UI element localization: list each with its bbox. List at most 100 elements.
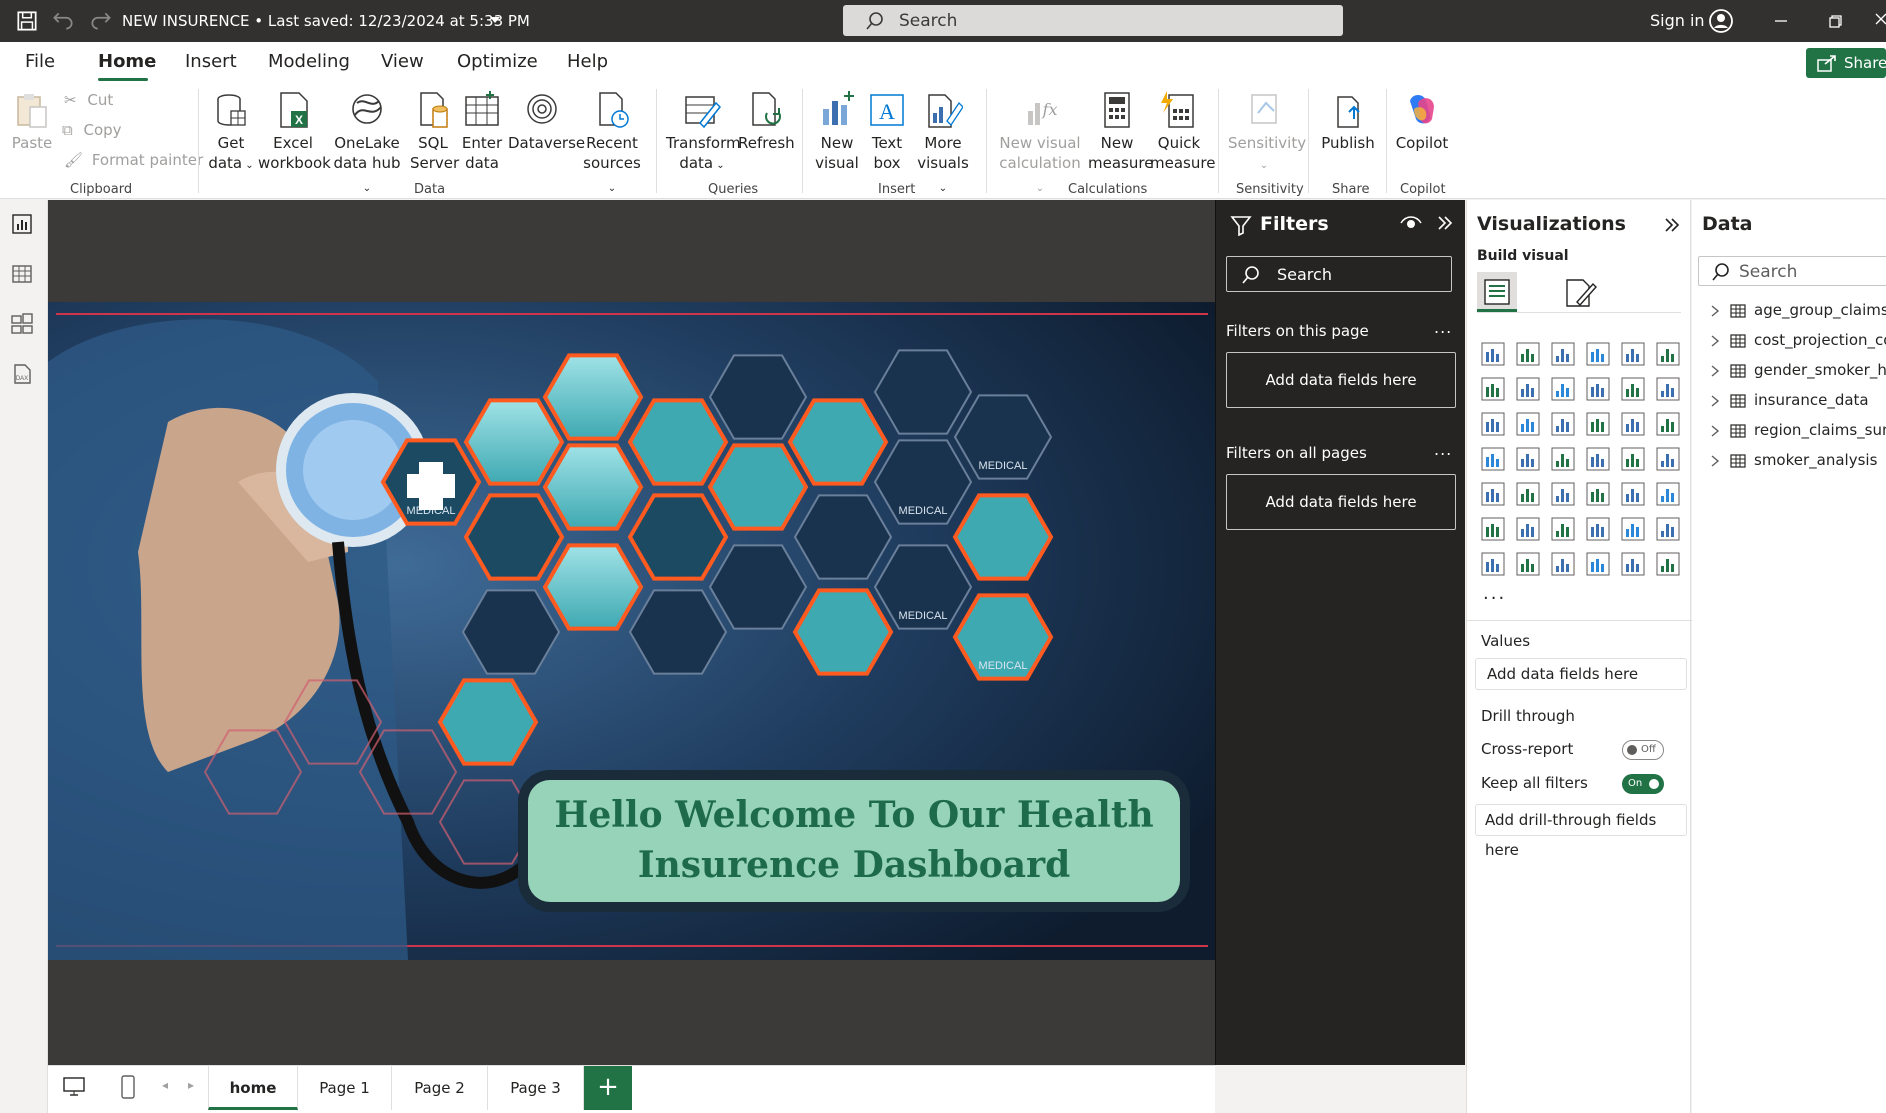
chevron-right-icon[interactable] — [1710, 455, 1720, 467]
enter-data-button[interactable]: Enter data — [460, 89, 504, 173]
dataverse-button[interactable]: Dataverse — [508, 89, 585, 153]
visual-type-icon[interactable] — [1514, 410, 1542, 438]
page-tab-home[interactable]: home — [208, 1066, 298, 1110]
build-visual-tab[interactable] — [1477, 272, 1517, 312]
recent-sources-button[interactable]: Recent sources ⌄ — [580, 89, 644, 199]
visual-type-icon[interactable] — [1619, 515, 1647, 543]
new-measure-button[interactable]: New measure — [1088, 89, 1153, 173]
minimize-icon[interactable] — [1768, 8, 1794, 34]
page-tab-page-3[interactable]: Page 3 — [488, 1066, 584, 1110]
visual-type-icon[interactable] — [1479, 480, 1507, 508]
table-item[interactable]: gender_smoker_health_summary — [1710, 360, 1886, 384]
undo-icon[interactable] — [50, 8, 76, 34]
tab-home[interactable]: Home — [98, 51, 156, 72]
visual-type-icon[interactable] — [1654, 515, 1682, 543]
visual-type-icon[interactable] — [1654, 480, 1682, 508]
chevron-right-icon[interactable] — [1710, 365, 1720, 377]
restore-icon[interactable] — [1822, 8, 1848, 34]
sql-server-button[interactable]: SQL Server — [410, 89, 459, 173]
drill-through-drop-well[interactable]: Add drill-through fields here — [1475, 804, 1687, 859]
visual-type-icon[interactable] — [1584, 340, 1612, 368]
excel-workbook-button[interactable]: X Excel workbook — [258, 89, 331, 173]
chevron-down-icon[interactable] — [490, 17, 500, 25]
tab-modeling[interactable]: Modeling — [268, 51, 350, 72]
visual-type-icon[interactable] — [1584, 375, 1612, 403]
table-item[interactable]: insurance_data — [1710, 390, 1886, 414]
filters-all-pages-drop-well[interactable]: Add data fields here — [1226, 474, 1456, 530]
visual-type-icon[interactable] — [1549, 480, 1577, 508]
visual-type-icon[interactable] — [1479, 410, 1507, 438]
scroll-left-icon[interactable]: ◂ — [162, 1078, 168, 1092]
close-icon[interactable] — [1870, 8, 1886, 34]
data-search-input[interactable]: Search — [1698, 256, 1886, 286]
visual-type-icon[interactable] — [1584, 550, 1612, 578]
visual-type-icon[interactable] — [1584, 515, 1612, 543]
more-options-icon[interactable]: ... — [1434, 318, 1452, 337]
report-page[interactable]: MEDICAL MEDICAL MEDICAL MEDICAL MEDICAL Hell… — [48, 302, 1215, 960]
cross-report-toggle[interactable]: Off — [1622, 740, 1664, 760]
more-visuals-ellipsis[interactable]: ... — [1483, 583, 1506, 604]
dax-query-view-icon[interactable]: DAX — [10, 362, 34, 386]
text-box-button[interactable]: A Text box — [864, 89, 910, 173]
table-view-icon[interactable] — [10, 262, 34, 286]
visual-type-icon[interactable] — [1514, 375, 1542, 403]
values-drop-well[interactable]: Add data fields here — [1475, 658, 1687, 690]
visual-type-icon[interactable] — [1619, 445, 1647, 473]
visual-type-icon[interactable] — [1619, 550, 1647, 578]
visual-type-icon[interactable] — [1514, 550, 1542, 578]
quick-measure-button[interactable]: Quick measure — [1150, 89, 1215, 173]
visual-type-icon[interactable] — [1549, 550, 1577, 578]
visual-type-icon[interactable] — [1654, 375, 1682, 403]
tab-optimize[interactable]: Optimize — [457, 51, 538, 72]
tab-insert[interactable]: Insert — [185, 51, 237, 72]
visual-type-icon[interactable] — [1479, 445, 1507, 473]
scroll-right-icon[interactable]: ▸ — [188, 1078, 194, 1092]
publish-button[interactable]: Publish — [1320, 89, 1376, 153]
model-view-icon[interactable] — [10, 312, 34, 336]
global-search[interactable]: Search — [843, 5, 1343, 36]
desktop-layout-icon[interactable] — [62, 1076, 86, 1098]
document-title[interactable]: NEW INSURENCE • Last saved: 12/23/2024 a… — [122, 12, 530, 30]
page-tab-page-2[interactable]: Page 2 — [392, 1066, 488, 1110]
visual-type-icon[interactable] — [1584, 445, 1612, 473]
visual-type-icon[interactable] — [1654, 445, 1682, 473]
report-canvas[interactable]: MEDICAL MEDICAL MEDICAL MEDICAL MEDICAL Hell… — [48, 200, 1215, 1065]
get-data-button[interactable]: Get data ⌄ — [208, 89, 254, 176]
tab-view[interactable]: View — [381, 51, 424, 72]
visual-type-icon[interactable] — [1514, 515, 1542, 543]
report-view-icon[interactable] — [10, 212, 34, 236]
onelake-data-hub-button[interactable]: OneLake data hub ⌄ — [328, 89, 406, 199]
visual-type-icon[interactable] — [1584, 410, 1612, 438]
copilot-button[interactable]: Copilot — [1394, 89, 1450, 153]
redo-icon[interactable] — [88, 8, 114, 34]
format-visual-icon[interactable] — [1563, 276, 1597, 310]
visual-type-icon[interactable] — [1549, 340, 1577, 368]
filter-search-input[interactable]: Search — [1226, 256, 1452, 292]
share-button[interactable]: Share — [1806, 48, 1886, 78]
visual-type-icon[interactable] — [1479, 515, 1507, 543]
visual-type-icon[interactable] — [1479, 340, 1507, 368]
table-item[interactable]: age_group_claims_summary — [1710, 300, 1886, 324]
visual-type-icon[interactable] — [1549, 515, 1577, 543]
refresh-button[interactable]: Refresh — [738, 89, 795, 153]
collapse-pane-icon[interactable] — [1436, 214, 1454, 232]
visual-type-icon[interactable] — [1619, 375, 1647, 403]
add-page-button[interactable]: + — [584, 1066, 632, 1110]
page-tab-page-1[interactable]: Page 1 — [298, 1066, 392, 1110]
visual-type-icon[interactable] — [1549, 410, 1577, 438]
visual-type-icon[interactable] — [1654, 340, 1682, 368]
visual-type-icon[interactable] — [1549, 375, 1577, 403]
visual-type-icon[interactable] — [1479, 375, 1507, 403]
sign-in-link[interactable]: Sign in — [1650, 11, 1705, 30]
visual-type-icon[interactable] — [1514, 445, 1542, 473]
tab-file[interactable]: File — [25, 51, 55, 72]
new-visual-button[interactable]: New visual — [812, 89, 862, 173]
keep-all-filters-toggle[interactable]: On — [1622, 774, 1664, 794]
collapse-pane-icon[interactable] — [1663, 216, 1681, 234]
eye-icon[interactable] — [1400, 214, 1422, 232]
visual-type-icon[interactable] — [1619, 340, 1647, 368]
paste-button[interactable]: Paste — [10, 89, 54, 153]
visual-type-icon[interactable] — [1654, 550, 1682, 578]
more-visuals-button[interactable]: More visuals ⌄ — [912, 89, 974, 199]
visual-type-icon[interactable] — [1619, 410, 1647, 438]
